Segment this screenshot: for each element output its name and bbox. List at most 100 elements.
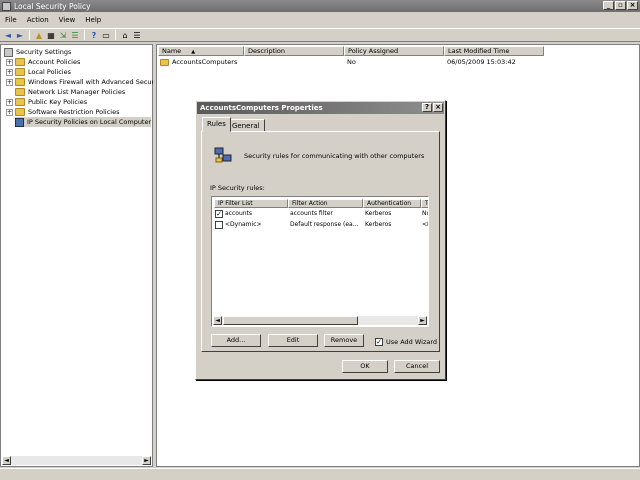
policy-modified-value: 06/05/2009 15:03:42 — [447, 58, 516, 66]
toolbar-separator — [115, 30, 116, 40]
tree-item-label: Software Restriction Policies — [28, 108, 120, 116]
column-header-tunnel[interactable]: Tu — [421, 199, 428, 208]
menu-view[interactable]: View — [54, 16, 81, 24]
edit-button[interactable]: Edit — [268, 334, 318, 347]
ip-security-rules-list[interactable]: IP Filter List Filter Action Authenticat… — [211, 196, 429, 327]
expand-icon[interactable]: + — [6, 58, 13, 66]
folder-icon — [15, 58, 25, 66]
folder-icon — [15, 108, 25, 116]
folder-icon — [15, 88, 25, 96]
rule-tunnel: <N — [422, 221, 428, 228]
tree-item-security-settings[interactable]: Security Settings — [4, 47, 71, 57]
scroll-left-icon[interactable]: ◄ — [2, 456, 11, 465]
tab-rules[interactable]: Rules — [202, 117, 231, 132]
show-hide-tree-icon[interactable]: ▦ — [46, 30, 56, 40]
tree-item-label: Local Policies — [28, 68, 71, 76]
toolbar-separator — [84, 30, 85, 40]
column-header-filter-action[interactable]: Filter Action — [288, 199, 363, 208]
back-arrow-icon[interactable]: ◄ — [3, 30, 13, 40]
remove-button[interactable]: Remove — [324, 334, 364, 347]
tree-item-network-list-manager[interactable]: Network List Manager Policies — [15, 87, 125, 97]
console-tree[interactable]: Security Settings + Account Policies + L… — [0, 44, 162, 467]
help-icon[interactable]: ? — [89, 30, 99, 40]
scroll-right-icon[interactable]: ► — [418, 316, 427, 325]
column-header-name[interactable]: Name ▲ — [158, 46, 244, 56]
tree-item-label: Windows Firewall with Advanced Security — [28, 78, 163, 86]
table-row[interactable]: ✓ accounts accounts filter Kerberos No — [214, 209, 428, 219]
column-header-description[interactable]: Description — [244, 46, 344, 56]
tree-item-software-restriction[interactable]: + Software Restriction Policies — [6, 107, 120, 117]
tree-item-label: Security Settings — [16, 48, 72, 56]
column-header-policy-assigned[interactable]: Policy Assigned — [344, 46, 444, 56]
firewall-icon — [15, 78, 25, 86]
rule-filter-list: <Dynamic> — [225, 221, 262, 228]
column-header-ip-filter-list[interactable]: IP Filter List — [214, 199, 288, 208]
close-button[interactable]: × — [627, 1, 638, 10]
status-bar — [0, 468, 640, 480]
policy-name: AccountsComputers — [172, 58, 238, 66]
ip-policy-icon — [160, 58, 169, 66]
rule-filter-action: accounts filter — [290, 210, 333, 217]
security-settings-icon — [4, 47, 13, 57]
rules-horizontal-scrollbar[interactable]: ◄ ► — [213, 316, 427, 325]
dialog-title: AccountsComputers Properties — [200, 104, 323, 112]
expand-icon[interactable]: + — [6, 98, 13, 106]
rule-checkbox[interactable]: ✓ — [215, 210, 223, 218]
properties-icon[interactable]: ▭ — [101, 30, 111, 40]
menu-action[interactable]: Action — [22, 16, 54, 24]
up-folder-icon[interactable]: ▲ — [34, 30, 44, 40]
tree-item-local-policies[interactable]: + Local Policies — [6, 67, 71, 77]
tree-item-label: Account Policies — [28, 58, 81, 66]
forward-arrow-icon[interactable]: ► — [15, 30, 25, 40]
tree-item-windows-firewall[interactable]: + Windows Firewall with Advanced Securit… — [6, 77, 162, 87]
tree-horizontal-scrollbar[interactable]: ◄ ► — [2, 456, 151, 465]
maximize-button[interactable]: ▫ — [615, 1, 626, 10]
assign-policy-icon[interactable]: ⌂ — [120, 30, 130, 40]
use-add-wizard-checkbox[interactable]: ✓ — [375, 338, 383, 346]
table-row[interactable]: <Dynamic> Default response (ea... Kerber… — [214, 220, 428, 230]
tree-item-account-policies[interactable]: + Account Policies — [6, 57, 80, 67]
dialog-title-bar[interactable]: AccountsComputers Properties ? × — [197, 102, 444, 114]
tree-item-label: Network List Manager Policies — [28, 88, 126, 96]
refresh-icon[interactable]: ☰ — [70, 30, 80, 40]
menu-help[interactable]: Help — [80, 16, 106, 24]
window-title-bar[interactable]: Local Security Policy _ ▫ × — [0, 0, 640, 12]
network-computers-icon — [214, 147, 232, 163]
sort-ascending-icon: ▲ — [191, 49, 196, 55]
dialog-help-button[interactable]: ? — [422, 103, 432, 112]
rules-description: Security rules for communicating with ot… — [244, 152, 425, 160]
use-add-wizard[interactable]: ✓ Use Add Wizard — [375, 338, 437, 346]
rules-label: IP Security rules: — [210, 184, 265, 192]
list-item[interactable]: AccountsComputers — [160, 58, 237, 66]
tree-item-label: IP Security Policies on Local Computer — [27, 118, 152, 126]
ip-security-icon — [15, 117, 24, 127]
window-title: Local Security Policy — [14, 1, 91, 11]
rule-checkbox[interactable] — [215, 221, 223, 229]
scroll-thumb[interactable] — [223, 316, 358, 325]
use-add-wizard-label: Use Add Wizard — [386, 338, 438, 346]
dialog-close-button[interactable]: × — [433, 103, 443, 112]
scroll-left-icon[interactable]: ◄ — [213, 316, 222, 325]
menu-file[interactable]: File — [0, 16, 22, 24]
toolbar-separator — [29, 30, 30, 40]
tree-item-ip-security-policies[interactable]: IP Security Policies on Local Computer — [15, 117, 152, 127]
column-header-last-modified[interactable]: Last Modified Time — [444, 46, 544, 56]
add-button[interactable]: Add... — [211, 334, 261, 347]
manage-filters-icon[interactable]: ☰ — [132, 30, 142, 40]
column-header-authentication[interactable]: Authentication — [363, 199, 421, 208]
ok-button[interactable]: OK — [342, 360, 388, 373]
properties-dialog: AccountsComputers Properties ? × Rules G… — [195, 100, 446, 380]
expand-icon[interactable]: + — [6, 68, 13, 76]
scroll-right-icon[interactable]: ► — [142, 456, 151, 465]
minimize-button[interactable]: _ — [603, 1, 614, 10]
rules-tab-panel: Security rules for communicating with ot… — [201, 131, 440, 352]
rule-filter-list: accounts — [225, 210, 253, 217]
expand-icon[interactable]: + — [6, 78, 13, 86]
rule-tunnel: No — [422, 210, 428, 217]
policy-assigned-value: No — [347, 58, 356, 66]
expand-icon[interactable]: + — [6, 108, 13, 116]
tree-item-public-key-policies[interactable]: + Public Key Policies — [6, 97, 87, 107]
export-list-icon[interactable]: ⇲ — [58, 30, 68, 40]
tree-item-label: Public Key Policies — [28, 98, 88, 106]
cancel-button[interactable]: Cancel — [394, 360, 440, 373]
